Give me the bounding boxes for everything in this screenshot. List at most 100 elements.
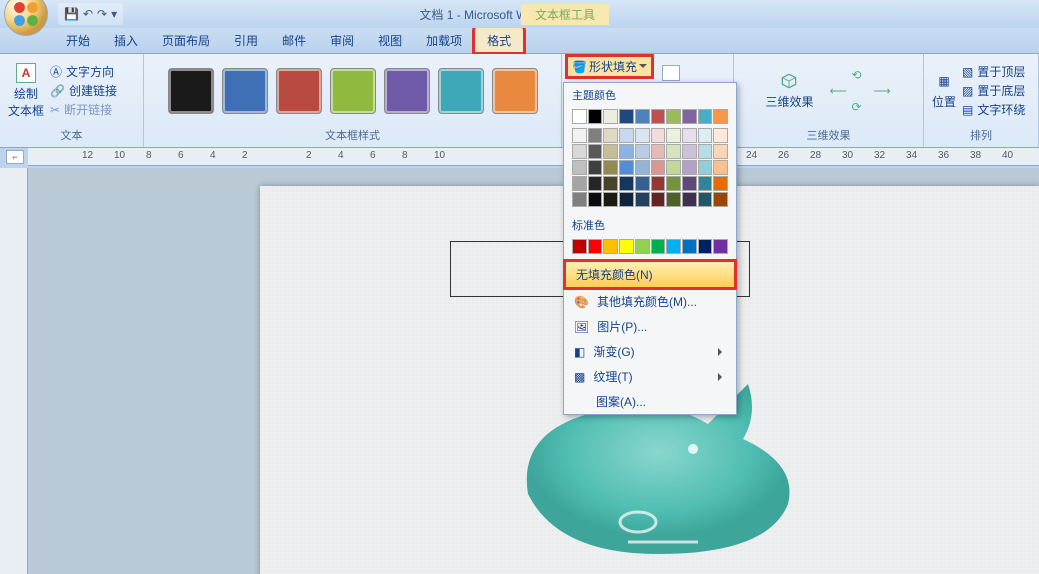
color-swatch[interactable] bbox=[635, 192, 650, 207]
undo-icon[interactable]: ↶ bbox=[83, 7, 93, 21]
color-swatch[interactable] bbox=[603, 144, 618, 159]
color-swatch[interactable] bbox=[666, 192, 681, 207]
text-wrap-button[interactable]: ▤文字环绕 bbox=[962, 101, 1025, 118]
texture-fill-item[interactable]: ▩ 纹理(T) bbox=[564, 364, 736, 389]
vertical-ruler[interactable] bbox=[0, 168, 28, 574]
color-swatch[interactable] bbox=[698, 176, 713, 191]
color-swatch[interactable] bbox=[619, 239, 634, 254]
qat-dropdown-icon[interactable]: ▾ bbox=[111, 7, 117, 21]
color-swatch[interactable] bbox=[713, 160, 728, 175]
color-swatch[interactable] bbox=[588, 239, 603, 254]
color-swatch[interactable] bbox=[572, 144, 587, 159]
tab-review[interactable]: 审阅 bbox=[318, 28, 366, 53]
color-swatch[interactable] bbox=[713, 239, 728, 254]
tab-addins[interactable]: 加载项 bbox=[414, 28, 474, 53]
bring-front-button[interactable]: ▧置于顶层 bbox=[962, 63, 1025, 80]
color-swatch[interactable] bbox=[603, 239, 618, 254]
shape-fill-button[interactable]: 🪣 形状填充 bbox=[567, 56, 652, 77]
color-swatch[interactable] bbox=[635, 144, 650, 159]
color-swatch[interactable] bbox=[682, 144, 697, 159]
style-swatch[interactable] bbox=[438, 68, 484, 114]
color-swatch[interactable] bbox=[713, 176, 728, 191]
style-swatch[interactable] bbox=[168, 68, 214, 114]
color-swatch[interactable] bbox=[698, 109, 713, 124]
color-swatch[interactable] bbox=[651, 128, 666, 143]
color-swatch[interactable] bbox=[588, 192, 603, 207]
color-swatch[interactable] bbox=[603, 109, 618, 124]
color-swatch[interactable] bbox=[666, 239, 681, 254]
threed-effect-button[interactable]: 三维效果 bbox=[763, 69, 815, 112]
draw-textbox-button[interactable]: A 绘制 文本框 bbox=[6, 61, 46, 121]
color-swatch[interactable] bbox=[666, 160, 681, 175]
color-swatch[interactable] bbox=[651, 192, 666, 207]
color-swatch[interactable] bbox=[619, 144, 634, 159]
more-colors-item[interactable]: 🎨 其他填充颜色(M)... bbox=[564, 289, 736, 314]
send-back-button[interactable]: ▨置于底层 bbox=[962, 82, 1025, 99]
color-swatch[interactable] bbox=[698, 192, 713, 207]
save-icon[interactable]: 💾 bbox=[64, 7, 79, 21]
color-swatch[interactable] bbox=[603, 128, 618, 143]
color-swatch[interactable] bbox=[682, 192, 697, 207]
tab-layout[interactable]: 页面布局 bbox=[150, 28, 222, 53]
threed-tilt-grid[interactable]: ⟲ ⟵⟶ ⟳ bbox=[830, 68, 894, 114]
color-swatch[interactable] bbox=[635, 160, 650, 175]
color-swatch[interactable] bbox=[635, 128, 650, 143]
color-swatch[interactable] bbox=[572, 128, 587, 143]
tab-view[interactable]: 视图 bbox=[366, 28, 414, 53]
pattern-fill-item[interactable]: 图案(A)... bbox=[564, 389, 736, 414]
style-swatch[interactable] bbox=[492, 68, 538, 114]
color-swatch[interactable] bbox=[666, 176, 681, 191]
style-swatch[interactable] bbox=[276, 68, 322, 114]
color-swatch[interactable] bbox=[666, 109, 681, 124]
style-swatch[interactable] bbox=[384, 68, 430, 114]
color-swatch[interactable] bbox=[713, 109, 728, 124]
style-swatch[interactable] bbox=[330, 68, 376, 114]
picture-fill-item[interactable]: 🖼 图片(P)... bbox=[564, 314, 736, 339]
color-swatch[interactable] bbox=[572, 109, 587, 124]
color-swatch[interactable] bbox=[713, 192, 728, 207]
no-fill-item[interactable]: 无填充颜色(N) bbox=[565, 261, 735, 288]
color-swatch[interactable] bbox=[603, 176, 618, 191]
color-swatch[interactable] bbox=[682, 109, 697, 124]
color-swatch[interactable] bbox=[651, 239, 666, 254]
position-button[interactable]: ▦ 位置 bbox=[930, 69, 958, 112]
color-swatch[interactable] bbox=[619, 128, 634, 143]
color-swatch[interactable] bbox=[698, 128, 713, 143]
color-swatch[interactable] bbox=[603, 160, 618, 175]
color-swatch[interactable] bbox=[572, 160, 587, 175]
color-swatch[interactable] bbox=[666, 128, 681, 143]
color-swatch[interactable] bbox=[698, 239, 713, 254]
color-swatch[interactable] bbox=[682, 160, 697, 175]
tab-insert[interactable]: 插入 bbox=[102, 28, 150, 53]
color-swatch[interactable] bbox=[635, 176, 650, 191]
color-swatch[interactable] bbox=[619, 176, 634, 191]
color-swatch[interactable] bbox=[619, 109, 634, 124]
color-swatch[interactable] bbox=[651, 144, 666, 159]
color-swatch[interactable] bbox=[635, 239, 650, 254]
color-swatch[interactable] bbox=[713, 128, 728, 143]
color-swatch[interactable] bbox=[698, 160, 713, 175]
color-swatch[interactable] bbox=[682, 176, 697, 191]
color-swatch[interactable] bbox=[588, 128, 603, 143]
color-swatch[interactable] bbox=[698, 144, 713, 159]
horizontal-ruler[interactable]: 12108642246810242628303234363840 bbox=[28, 148, 1039, 166]
color-swatch[interactable] bbox=[588, 160, 603, 175]
color-swatch[interactable] bbox=[619, 192, 634, 207]
color-swatch[interactable] bbox=[588, 144, 603, 159]
gradient-fill-item[interactable]: ◧ 渐变(G) bbox=[564, 339, 736, 364]
color-swatch[interactable] bbox=[572, 192, 587, 207]
color-swatch[interactable] bbox=[603, 192, 618, 207]
break-link-button[interactable]: ✂断开链接 bbox=[50, 101, 117, 118]
ruler-corner[interactable]: ⌐ bbox=[6, 150, 24, 164]
color-swatch[interactable] bbox=[713, 144, 728, 159]
color-swatch[interactable] bbox=[619, 160, 634, 175]
style-swatch[interactable] bbox=[222, 68, 268, 114]
color-swatch[interactable] bbox=[572, 239, 587, 254]
tab-home[interactable]: 开始 bbox=[54, 28, 102, 53]
color-swatch[interactable] bbox=[588, 176, 603, 191]
document-workspace[interactable]: 亲子沙龙 bbox=[28, 168, 1039, 574]
color-swatch[interactable] bbox=[635, 109, 650, 124]
color-swatch[interactable] bbox=[651, 160, 666, 175]
color-swatch[interactable] bbox=[666, 144, 681, 159]
color-swatch[interactable] bbox=[651, 176, 666, 191]
